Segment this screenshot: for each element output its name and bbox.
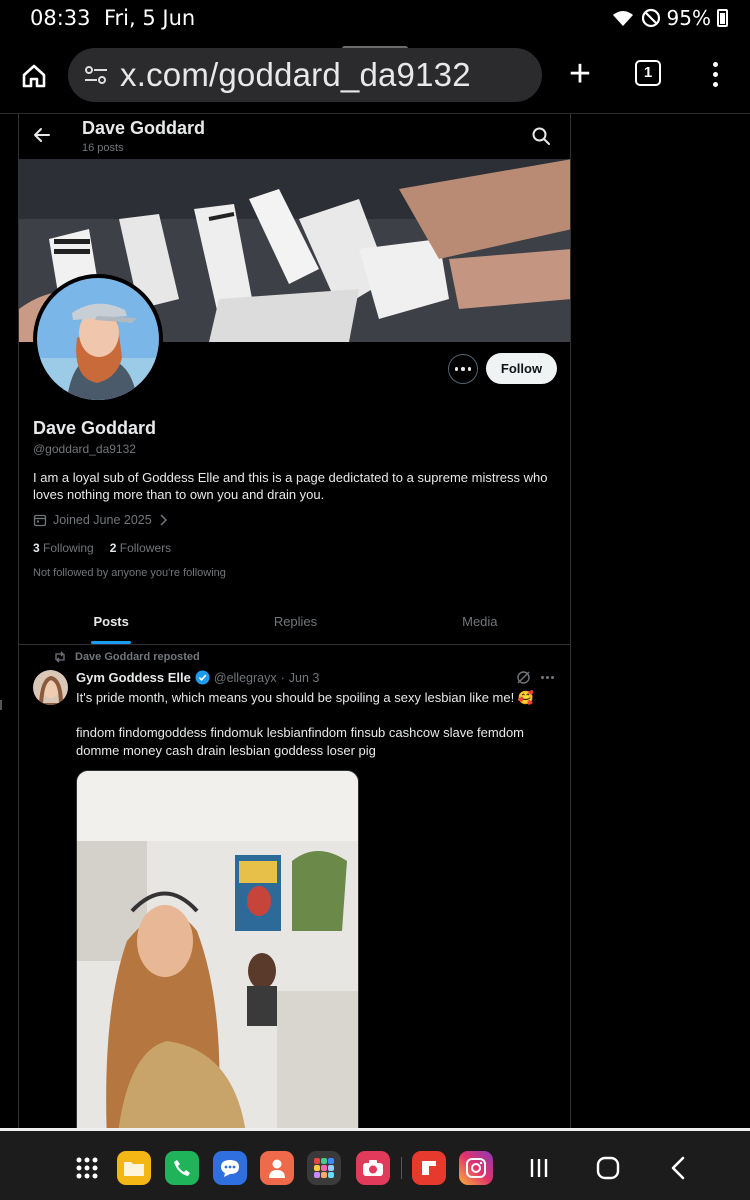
not-followed-notice: Not followed by anyone you're following [33, 567, 226, 579]
status-indicators: 95% [611, 6, 728, 30]
post-image[interactable] [76, 770, 359, 1128]
verified-badge-icon [195, 670, 210, 685]
user-handle: @goddard_da9132 [33, 442, 136, 456]
phone-icon[interactable] [165, 1151, 199, 1185]
camera-icon[interactable] [356, 1151, 390, 1185]
back-nav-icon[interactable] [662, 1151, 696, 1185]
joined-date[interactable]: Joined June 2025 [33, 513, 168, 527]
post-author-handle[interactable]: @ellegrayx [214, 671, 277, 685]
display-name: Dave Goddard [33, 418, 157, 438]
follow-stats: 3 Following 2 Followers [33, 541, 171, 555]
contacts-icon[interactable] [260, 1151, 294, 1185]
post-more-button[interactable] [541, 676, 554, 679]
home-button[interactable] [14, 56, 54, 96]
following-link[interactable]: 3 Following [33, 541, 94, 555]
header-name: Dave Goddard [82, 118, 206, 138]
post-count: 16 posts [82, 142, 124, 154]
tab-switcher-button[interactable]: 1 [635, 60, 661, 86]
tab-media[interactable]: Media [388, 602, 570, 644]
flipboard-icon[interactable] [412, 1151, 446, 1185]
profile-column: Dave Goddard 16 posts Follow Dave Goddar… [18, 114, 571, 1128]
do-not-disturb-icon [641, 8, 660, 28]
followers-link[interactable]: 2 Followers [110, 541, 171, 555]
post-author-name[interactable]: Gym Goddess Elle [76, 670, 191, 685]
app-folder-icon[interactable] [307, 1151, 341, 1185]
messages-icon[interactable] [213, 1151, 247, 1185]
instagram-icon[interactable] [459, 1151, 493, 1185]
system-navigation-bar [0, 1128, 750, 1200]
edge-indicator [0, 700, 2, 710]
home-nav-icon[interactable] [591, 1151, 625, 1185]
post-separator: · [280, 670, 285, 685]
profile-avatar[interactable] [33, 274, 163, 404]
status-time: 08:33 [30, 6, 91, 30]
profile-header: Dave Goddard 16 posts [19, 114, 570, 159]
more-options-button[interactable] [448, 354, 478, 384]
browser-menu-button[interactable] [700, 54, 730, 94]
address-bar[interactable]: x.com/goddard_da9132 [68, 48, 542, 102]
post-header: Gym Goddess Elle @ellegrayx · Jun 3 [76, 670, 319, 685]
repost-label[interactable]: Dave Goddard reposted [75, 651, 200, 663]
repost-indicator: Dave Goddard reposted [53, 651, 200, 663]
files-icon[interactable] [117, 1151, 151, 1185]
back-arrow-icon[interactable] [31, 124, 53, 146]
repost-icon [55, 651, 65, 663]
status-date: Fri, 5 Jun [104, 6, 196, 30]
dock-separator [401, 1157, 402, 1179]
chevron-right-icon [160, 514, 167, 526]
joined-label: Joined June 2025 [53, 513, 152, 527]
post-actions [516, 670, 554, 685]
battery-percent: 95% [666, 6, 711, 30]
post-hashtags: findom findomgoddess findomuk lesbianfin… [76, 725, 525, 758]
grok-icon[interactable] [516, 670, 531, 685]
battery-icon [717, 9, 728, 27]
post-author-avatar[interactable] [33, 670, 68, 705]
url-text[interactable]: x.com/goddard_da9132 [120, 56, 471, 94]
calendar-icon [33, 514, 47, 527]
tab-replies[interactable]: Replies [203, 602, 387, 644]
profile-tabs: Posts Replies Media [19, 602, 570, 645]
profile-bio: I am a loyal sub of Goddess Elle and thi… [33, 470, 548, 502]
new-tab-button[interactable]: + [560, 52, 600, 96]
post-date[interactable]: Jun 3 [289, 671, 320, 685]
follow-button[interactable]: Follow [486, 353, 557, 384]
status-bar: 08:33 Fri, 5 Jun 95% [0, 0, 750, 36]
apps-grid-icon[interactable] [70, 1151, 104, 1185]
tune-icon [85, 66, 107, 84]
home-icon [22, 64, 46, 88]
browser-toolbar: x.com/goddard_da9132 + 1 [0, 36, 750, 114]
search-icon[interactable] [531, 126, 551, 146]
wifi-icon [612, 11, 633, 26]
tab-posts[interactable]: Posts [19, 602, 203, 644]
site-settings-button[interactable] [74, 53, 118, 97]
recents-icon[interactable] [522, 1151, 556, 1185]
post-text: It's pride month, which means you should… [76, 690, 535, 705]
